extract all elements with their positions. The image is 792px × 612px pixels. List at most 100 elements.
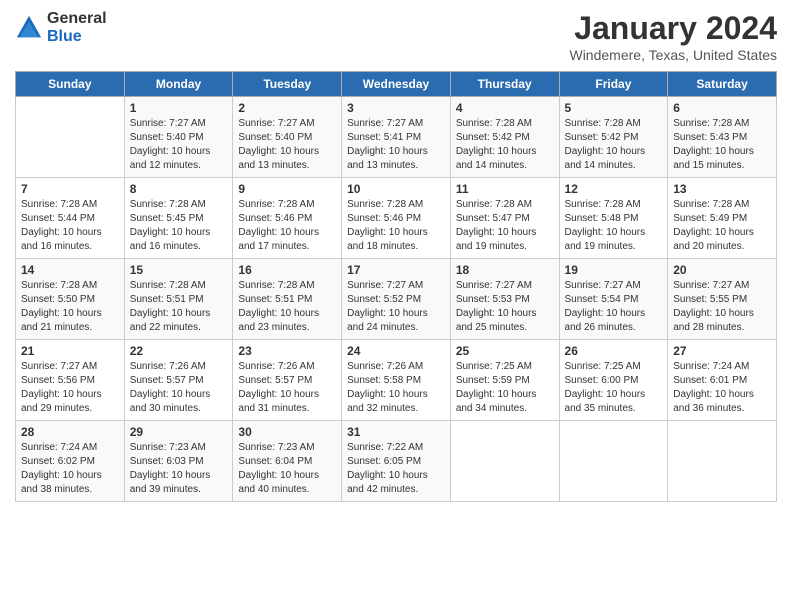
day-number: 31 (347, 425, 445, 439)
day-cell (450, 421, 559, 502)
day-info: Sunrise: 7:26 AM Sunset: 5:57 PM Dayligh… (130, 360, 228, 416)
week-row-3: 14 Sunrise: 7:28 AM Sunset: 5:50 PM Dayli… (16, 259, 777, 340)
day-cell: 16 Sunrise: 7:28 AM Sunset: 5:51 PM Dayli… (233, 259, 342, 340)
day-info: Sunrise: 7:27 AM Sunset: 5:56 PM Dayligh… (21, 360, 119, 416)
page: General Blue January 2024 Windemere, Tex… (0, 0, 792, 612)
day-number: 12 (565, 182, 663, 196)
col-monday: Monday (124, 72, 233, 97)
day-info: Sunrise: 7:24 AM Sunset: 6:02 PM Dayligh… (21, 441, 119, 497)
day-info: Sunrise: 7:26 AM Sunset: 5:58 PM Dayligh… (347, 360, 445, 416)
day-number: 24 (347, 344, 445, 358)
day-cell: 20 Sunrise: 7:27 AM Sunset: 5:55 PM Dayli… (668, 259, 777, 340)
day-cell: 17 Sunrise: 7:27 AM Sunset: 5:52 PM Dayli… (342, 259, 451, 340)
day-cell: 29 Sunrise: 7:23 AM Sunset: 6:03 PM Dayli… (124, 421, 233, 502)
day-number: 5 (565, 101, 663, 115)
day-info: Sunrise: 7:27 AM Sunset: 5:40 PM Dayligh… (130, 117, 228, 173)
day-info: Sunrise: 7:23 AM Sunset: 6:03 PM Dayligh… (130, 441, 228, 497)
day-cell: 2Sunrise: 7:27 AM Sunset: 5:40 PM Daylig… (233, 97, 342, 178)
day-info: Sunrise: 7:28 AM Sunset: 5:47 PM Dayligh… (456, 198, 554, 254)
day-cell: 1Sunrise: 7:27 AM Sunset: 5:40 PM Daylig… (124, 97, 233, 178)
day-info: Sunrise: 7:28 AM Sunset: 5:42 PM Dayligh… (456, 117, 554, 173)
day-cell: 22 Sunrise: 7:26 AM Sunset: 5:57 PM Dayli… (124, 340, 233, 421)
col-wednesday: Wednesday (342, 72, 451, 97)
day-info: Sunrise: 7:28 AM Sunset: 5:49 PM Dayligh… (673, 198, 771, 254)
day-cell: 13Sunrise: 7:28 AM Sunset: 5:49 PM Dayli… (668, 178, 777, 259)
day-cell: 23 Sunrise: 7:26 AM Sunset: 5:57 PM Dayli… (233, 340, 342, 421)
day-info: Sunrise: 7:27 AM Sunset: 5:52 PM Dayligh… (347, 279, 445, 335)
day-cell: 28 Sunrise: 7:24 AM Sunset: 6:02 PM Dayli… (16, 421, 125, 502)
day-cell (559, 421, 668, 502)
day-number: 11 (456, 182, 554, 196)
day-info: Sunrise: 7:28 AM Sunset: 5:46 PM Dayligh… (238, 198, 336, 254)
day-cell: 3 Sunrise: 7:27 AM Sunset: 5:41 PM Daylig… (342, 97, 451, 178)
day-info: Sunrise: 7:28 AM Sunset: 5:50 PM Dayligh… (21, 279, 119, 335)
day-info: Sunrise: 7:25 AM Sunset: 6:00 PM Dayligh… (565, 360, 663, 416)
day-number: 22 (130, 344, 228, 358)
day-cell: 12 Sunrise: 7:28 AM Sunset: 5:48 PM Dayli… (559, 178, 668, 259)
day-info: Sunrise: 7:27 AM Sunset: 5:40 PM Dayligh… (238, 117, 336, 173)
week-row-4: 21 Sunrise: 7:27 AM Sunset: 5:56 PM Dayli… (16, 340, 777, 421)
day-number: 7 (21, 182, 119, 196)
day-cell: 11 Sunrise: 7:28 AM Sunset: 5:47 PM Dayli… (450, 178, 559, 259)
day-number: 17 (347, 263, 445, 277)
day-info: Sunrise: 7:28 AM Sunset: 5:44 PM Dayligh… (21, 198, 119, 254)
day-number: 28 (21, 425, 119, 439)
day-info: Sunrise: 7:28 AM Sunset: 5:51 PM Dayligh… (238, 279, 336, 335)
day-number: 19 (565, 263, 663, 277)
day-cell: 18Sunrise: 7:27 AM Sunset: 5:53 PM Dayli… (450, 259, 559, 340)
day-cell: 9Sunrise: 7:28 AM Sunset: 5:46 PM Daylig… (233, 178, 342, 259)
title-section: January 2024 Windemere, Texas, United St… (569, 10, 777, 63)
day-number: 26 (565, 344, 663, 358)
day-info: Sunrise: 7:28 AM Sunset: 5:42 PM Dayligh… (565, 117, 663, 173)
day-number: 10 (347, 182, 445, 196)
day-number: 14 (21, 263, 119, 277)
day-info: Sunrise: 7:28 AM Sunset: 5:45 PM Dayligh… (130, 198, 228, 254)
day-cell: 24 Sunrise: 7:26 AM Sunset: 5:58 PM Dayli… (342, 340, 451, 421)
day-number: 8 (130, 182, 228, 196)
day-cell: 10Sunrise: 7:28 AM Sunset: 5:46 PM Dayli… (342, 178, 451, 259)
day-number: 16 (238, 263, 336, 277)
day-cell: 14 Sunrise: 7:28 AM Sunset: 5:50 PM Dayli… (16, 259, 125, 340)
day-number: 23 (238, 344, 336, 358)
day-cell: 31 Sunrise: 7:22 AM Sunset: 6:05 PM Dayli… (342, 421, 451, 502)
day-number: 29 (130, 425, 228, 439)
day-number: 27 (673, 344, 771, 358)
day-info: Sunrise: 7:25 AM Sunset: 5:59 PM Dayligh… (456, 360, 554, 416)
main-title: January 2024 (569, 10, 777, 47)
day-cell: 4 Sunrise: 7:28 AM Sunset: 5:42 PM Daylig… (450, 97, 559, 178)
logo: General Blue (15, 10, 107, 46)
col-sunday: Sunday (16, 72, 125, 97)
day-info: Sunrise: 7:27 AM Sunset: 5:54 PM Dayligh… (565, 279, 663, 335)
col-thursday: Thursday (450, 72, 559, 97)
day-number: 20 (673, 263, 771, 277)
day-number: 25 (456, 344, 554, 358)
day-cell (16, 97, 125, 178)
day-cell: 30Sunrise: 7:23 AM Sunset: 6:04 PM Dayli… (233, 421, 342, 502)
col-friday: Friday (559, 72, 668, 97)
subtitle: Windemere, Texas, United States (569, 47, 777, 63)
day-info: Sunrise: 7:26 AM Sunset: 5:57 PM Dayligh… (238, 360, 336, 416)
day-number: 4 (456, 101, 554, 115)
header: General Blue January 2024 Windemere, Tex… (15, 10, 777, 63)
day-cell: 7 Sunrise: 7:28 AM Sunset: 5:44 PM Daylig… (16, 178, 125, 259)
day-info: Sunrise: 7:27 AM Sunset: 5:41 PM Dayligh… (347, 117, 445, 173)
day-info: Sunrise: 7:27 AM Sunset: 5:53 PM Dayligh… (456, 279, 554, 335)
week-row-2: 7 Sunrise: 7:28 AM Sunset: 5:44 PM Daylig… (16, 178, 777, 259)
day-number: 15 (130, 263, 228, 277)
day-number: 3 (347, 101, 445, 115)
day-info: Sunrise: 7:22 AM Sunset: 6:05 PM Dayligh… (347, 441, 445, 497)
week-row-1: 1Sunrise: 7:27 AM Sunset: 5:40 PM Daylig… (16, 97, 777, 178)
day-cell: 27Sunrise: 7:24 AM Sunset: 6:01 PM Dayli… (668, 340, 777, 421)
col-tuesday: Tuesday (233, 72, 342, 97)
day-info: Sunrise: 7:28 AM Sunset: 5:48 PM Dayligh… (565, 198, 663, 254)
day-number: 6 (673, 101, 771, 115)
day-number: 30 (238, 425, 336, 439)
day-cell: 25 Sunrise: 7:25 AM Sunset: 5:59 PM Dayli… (450, 340, 559, 421)
week-row-5: 28 Sunrise: 7:24 AM Sunset: 6:02 PM Dayli… (16, 421, 777, 502)
day-cell: 21 Sunrise: 7:27 AM Sunset: 5:56 PM Dayli… (16, 340, 125, 421)
calendar-table: Sunday Monday Tuesday Wednesday Thursday… (15, 71, 777, 502)
day-number: 21 (21, 344, 119, 358)
col-saturday: Saturday (668, 72, 777, 97)
day-info: Sunrise: 7:28 AM Sunset: 5:43 PM Dayligh… (673, 117, 771, 173)
day-info: Sunrise: 7:27 AM Sunset: 5:55 PM Dayligh… (673, 279, 771, 335)
